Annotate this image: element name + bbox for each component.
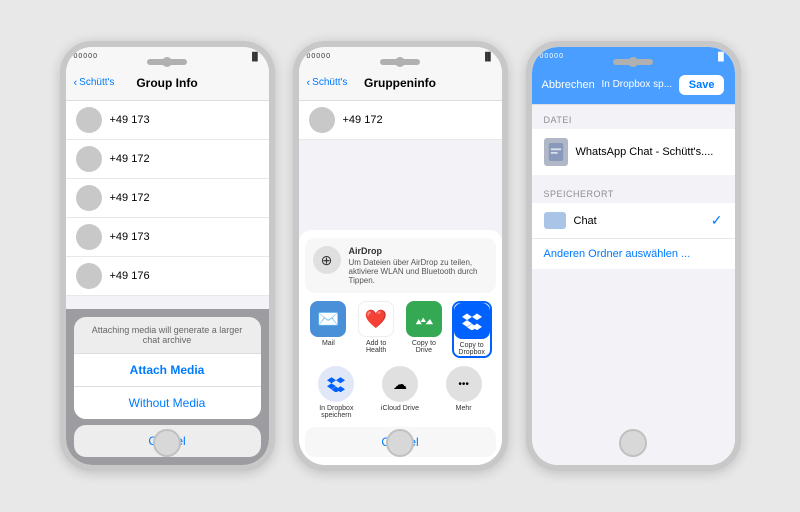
action-more[interactable]: ••• Mehr [444, 366, 484, 419]
choose-folder-link[interactable]: Anderen Ordner auswählen ... [544, 248, 691, 260]
cancel-button-3[interactable]: Abbrechen [542, 79, 595, 91]
drive-label: Copy to Drive [404, 340, 444, 354]
contact-number-2: +49 172 [110, 153, 150, 165]
airdrop-box: ⊕ AirDrop Um Dateien über AirDrop zu tei… [305, 238, 496, 293]
back-button-1[interactable]: ‹ Schütt's [74, 77, 115, 89]
save-dialog-title: In Dropbox sp... [601, 79, 672, 90]
chevron-left-icon-1: ‹ [74, 77, 78, 89]
contact-number-4: +49 173 [110, 231, 150, 243]
carrier-2: 00000 [307, 53, 331, 60]
bg-contact-number: +49 172 [343, 114, 383, 126]
more-icon: ••• [446, 366, 482, 402]
action-dropbox-save[interactable]: In Dropbox speichern [316, 366, 356, 419]
carrier-1: 00000 [74, 53, 98, 60]
home-button-2[interactable] [386, 429, 414, 457]
avatar-1 [76, 107, 102, 133]
action-icloud[interactable]: ☁ iCloud Drive [380, 366, 420, 419]
share-actions-row: In Dropbox speichern ☁ iCloud Drive ••• … [305, 366, 496, 419]
save-button[interactable]: Save [679, 75, 725, 95]
datei-section-header: DATEI [532, 115, 735, 129]
more-label: Mehr [456, 405, 472, 412]
file-name: WhatsApp Chat - Schütt's.... [576, 146, 723, 158]
bg-contact: +49 172 [299, 101, 502, 140]
contact-list-1: +49 173 +49 172 +49 172 +49 173 +49 176 [66, 101, 269, 296]
share-apps-row: ✉️ Mail ❤️ Add to Health Copy to Drive [305, 301, 496, 358]
dropbox-save-icon [318, 366, 354, 402]
contact-number-3: +49 172 [110, 192, 150, 204]
airdrop-title: AirDrop [349, 246, 488, 256]
dropbox-label: Copy to Dropbox [454, 342, 490, 356]
airdrop-icon: ⊕ [313, 246, 341, 274]
carrier-3: 00000 [540, 53, 564, 60]
speaker-2 [380, 59, 420, 65]
file-row: WhatsApp Chat - Schütt's.... [532, 129, 735, 175]
phone-2: 00000 ▐▌ ‹ Schütt's Gruppeninfo +49 172 [293, 41, 508, 471]
battery-3: ▐▌ [715, 52, 726, 61]
icloud-label: iCloud Drive [381, 405, 419, 412]
contact-item-1[interactable]: +49 173 [66, 101, 269, 140]
speicherort-section: Chat ✓ Anderen Ordner auswählen ... [532, 203, 735, 269]
avatar-2 [76, 146, 102, 172]
content-1: +49 173 +49 172 +49 172 +49 173 +49 176 [66, 101, 269, 465]
battery-1: ▐▌ [249, 52, 260, 61]
share-app-drive[interactable]: Copy to Drive [404, 301, 444, 358]
avatar-5 [76, 263, 102, 289]
avatar-4 [76, 224, 102, 250]
dropbox-icon [454, 303, 490, 339]
speaker-1 [147, 59, 187, 65]
save-content: DATEI WhatsApp Chat - Schütt's.... SPEIC… [532, 105, 735, 465]
dropbox-save-label: In Dropbox speichern [316, 405, 356, 419]
battery-2: ▐▌ [482, 52, 493, 61]
health-icon: ❤️ [358, 301, 394, 337]
nav-bar-1: ‹ Schütt's Group Info [66, 65, 269, 101]
contact-item-5[interactable]: +49 176 [66, 257, 269, 296]
datei-section: WhatsApp Chat - Schütt's.... [532, 129, 735, 175]
alert-box-1: Attaching media will generate a larger c… [74, 317, 261, 419]
checkmark-icon: ✓ [711, 212, 723, 229]
choose-folder-row[interactable]: Anderen Ordner auswählen ... [532, 239, 735, 269]
nav-bar-2: ‹ Schütt's Gruppeninfo [299, 65, 502, 101]
share-app-dropbox[interactable]: Copy to Dropbox [452, 301, 492, 358]
home-button-1[interactable] [153, 429, 181, 457]
health-label: Add to Health [356, 340, 396, 354]
avatar-3 [76, 185, 102, 211]
mail-icon: ✉️ [310, 301, 346, 337]
back-label-1: Schütt's [79, 77, 114, 88]
phone-1: 00000 ▐▌ ‹ Schütt's Group Info +49 173 +… [60, 41, 275, 471]
back-button-2[interactable]: ‹ Schütt's [307, 77, 348, 89]
without-media-button[interactable]: Without Media [74, 387, 261, 419]
drive-icon [406, 301, 442, 337]
mail-label: Mail [322, 340, 335, 347]
alert-message-1: Attaching media will generate a larger c… [74, 317, 261, 354]
nav-title-1: Group Info [136, 76, 197, 90]
icloud-icon: ☁ [382, 366, 418, 402]
bg-avatar [309, 107, 335, 133]
chevron-left-icon-2: ‹ [307, 77, 311, 89]
contact-number-5: +49 176 [110, 270, 150, 282]
chat-row[interactable]: Chat ✓ [532, 203, 735, 239]
contact-item-3[interactable]: +49 172 [66, 179, 269, 218]
speicherort-section-header: SPEICHERORT [532, 189, 735, 203]
attach-media-button[interactable]: Attach Media [74, 354, 261, 387]
chat-label: Chat [574, 215, 703, 227]
share-app-mail[interactable]: ✉️ Mail [308, 301, 348, 358]
home-button-3[interactable] [619, 429, 647, 457]
save-header: Abbrechen In Dropbox sp... Save [532, 65, 735, 105]
contact-item-2[interactable]: +49 172 [66, 140, 269, 179]
contact-number-1: +49 173 [110, 114, 150, 126]
phone-3: 00000 ▐▌ Abbrechen In Dropbox sp... Save… [526, 41, 741, 471]
bg-contact-item: +49 172 [299, 101, 502, 140]
folder-icon [544, 212, 566, 229]
back-label-2: Schütt's [312, 77, 347, 88]
airdrop-desc: Um Dateien über AirDrop zu teilen, aktiv… [349, 258, 488, 285]
speaker-3 [613, 59, 653, 65]
share-app-health[interactable]: ❤️ Add to Health [356, 301, 396, 358]
contact-item-4[interactable]: +49 173 [66, 218, 269, 257]
file-icon [544, 138, 568, 166]
nav-title-2: Gruppeninfo [364, 76, 436, 90]
content-2: +49 172 ⊕ AirDrop Um Dateien über AirDro… [299, 101, 502, 465]
